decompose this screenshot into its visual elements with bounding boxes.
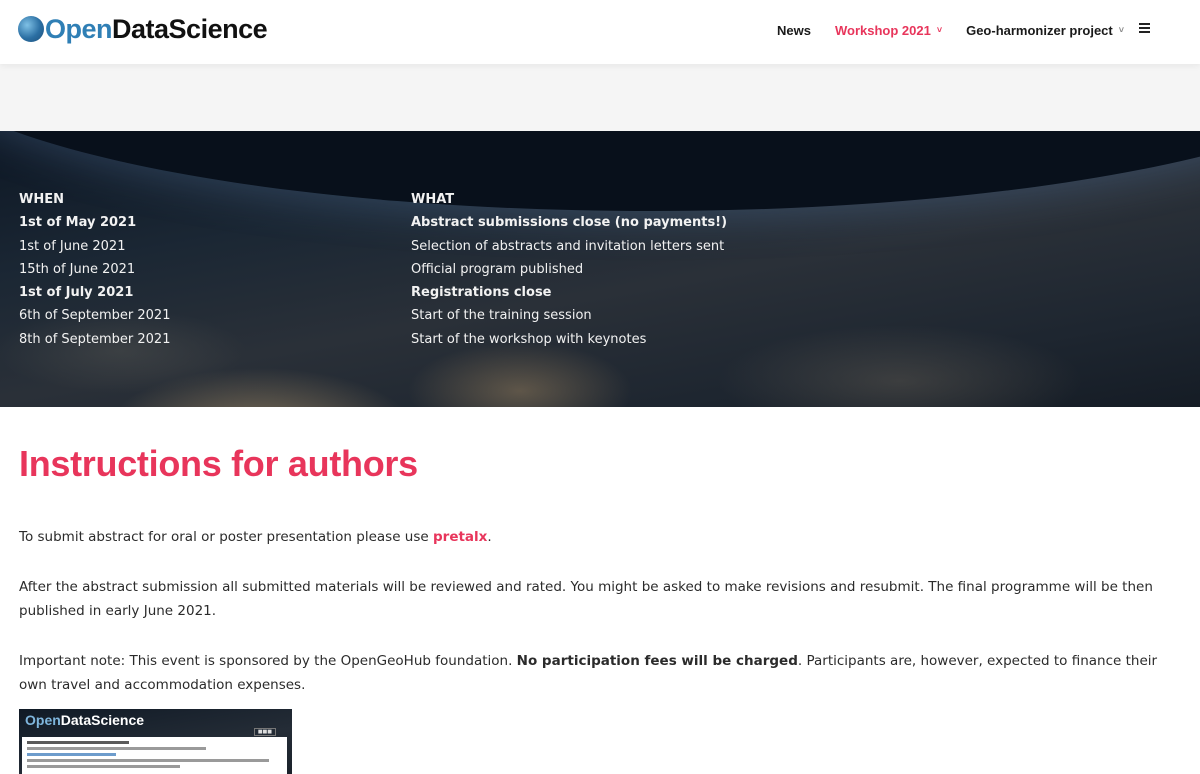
main-content: Instructions for authors To submit abstr…	[19, 407, 1179, 697]
site-header: OpenDataScience News Workshop 2021 ˅ Geo-…	[0, 0, 1200, 64]
no-fees-text: No participation fees will be charged	[516, 653, 798, 669]
thumbnail-card	[22, 737, 287, 774]
pretalx-link[interactable]: pretalx	[433, 529, 487, 545]
main-nav: News Workshop 2021 ˅ Geo-harmonizer proje…	[753, 0, 1150, 60]
submit-paragraph: To submit abstract for oral or poster pr…	[19, 529, 492, 545]
globe-icon	[18, 16, 44, 42]
thumbnail-button: ■■■	[253, 728, 276, 736]
when-date: 6th of September 2021	[19, 308, 171, 324]
site-logo[interactable]: OpenDataScience	[18, 12, 268, 46]
when-date: 1st of June 2021	[19, 238, 126, 254]
thumbnail-logo: OpenDataScience	[25, 712, 145, 728]
what-event: Selection of abstracts and invitation le…	[411, 238, 725, 254]
screenshot-thumbnail[interactable]: OpenDataScience ■■■	[19, 709, 292, 774]
chevron-down-icon: ˅	[936, 25, 943, 35]
schedule-when-column: WHEN 1st of May 2021 1st of June 2021 15…	[19, 188, 170, 351]
logo-text: OpenDataScience	[45, 13, 268, 44]
review-paragraph: After the abstract submission all submit…	[19, 579, 1153, 619]
nav-label: Workshop 2021	[834, 22, 931, 38]
important-note-paragraph: Important note: This event is sponsored …	[19, 653, 1158, 693]
when-date: 8th of September 2021	[19, 331, 171, 347]
what-header: WHAT	[411, 192, 455, 207]
when-date: 15th of June 2021	[19, 261, 136, 277]
what-event: Registrations close	[411, 285, 552, 301]
schedule-what-column: WHAT Abstract submissions close (no paym…	[411, 188, 727, 351]
what-event: Abstract submissions close (no payments!…	[411, 215, 728, 231]
nav-label: Geo-harmonizer project	[966, 22, 1113, 38]
what-event: Start of the training session	[411, 308, 592, 324]
hero-banner: WHEN 1st of May 2021 1st of June 2021 15…	[0, 131, 1200, 407]
nav-item-news[interactable]: News	[777, 23, 811, 38]
when-date: 1st of May 2021	[19, 215, 137, 231]
header-spacer	[0, 64, 1200, 131]
what-event: Official program published	[411, 261, 584, 277]
what-event: Start of the workshop with keynotes	[411, 331, 647, 347]
nav-label: News	[777, 22, 811, 38]
when-date: 1st of July 2021	[19, 285, 134, 301]
nav-item-geo-harmonizer[interactable]: Geo-harmonizer project ˅	[966, 23, 1124, 38]
nav-item-workshop-2021[interactable]: Workshop 2021 ˅	[835, 23, 942, 38]
hamburger-icon[interactable]	[1139, 23, 1150, 33]
page-title: Instructions for authors	[19, 443, 418, 484]
chevron-down-icon: ˅	[1118, 25, 1124, 35]
when-header: WHEN	[19, 192, 64, 207]
